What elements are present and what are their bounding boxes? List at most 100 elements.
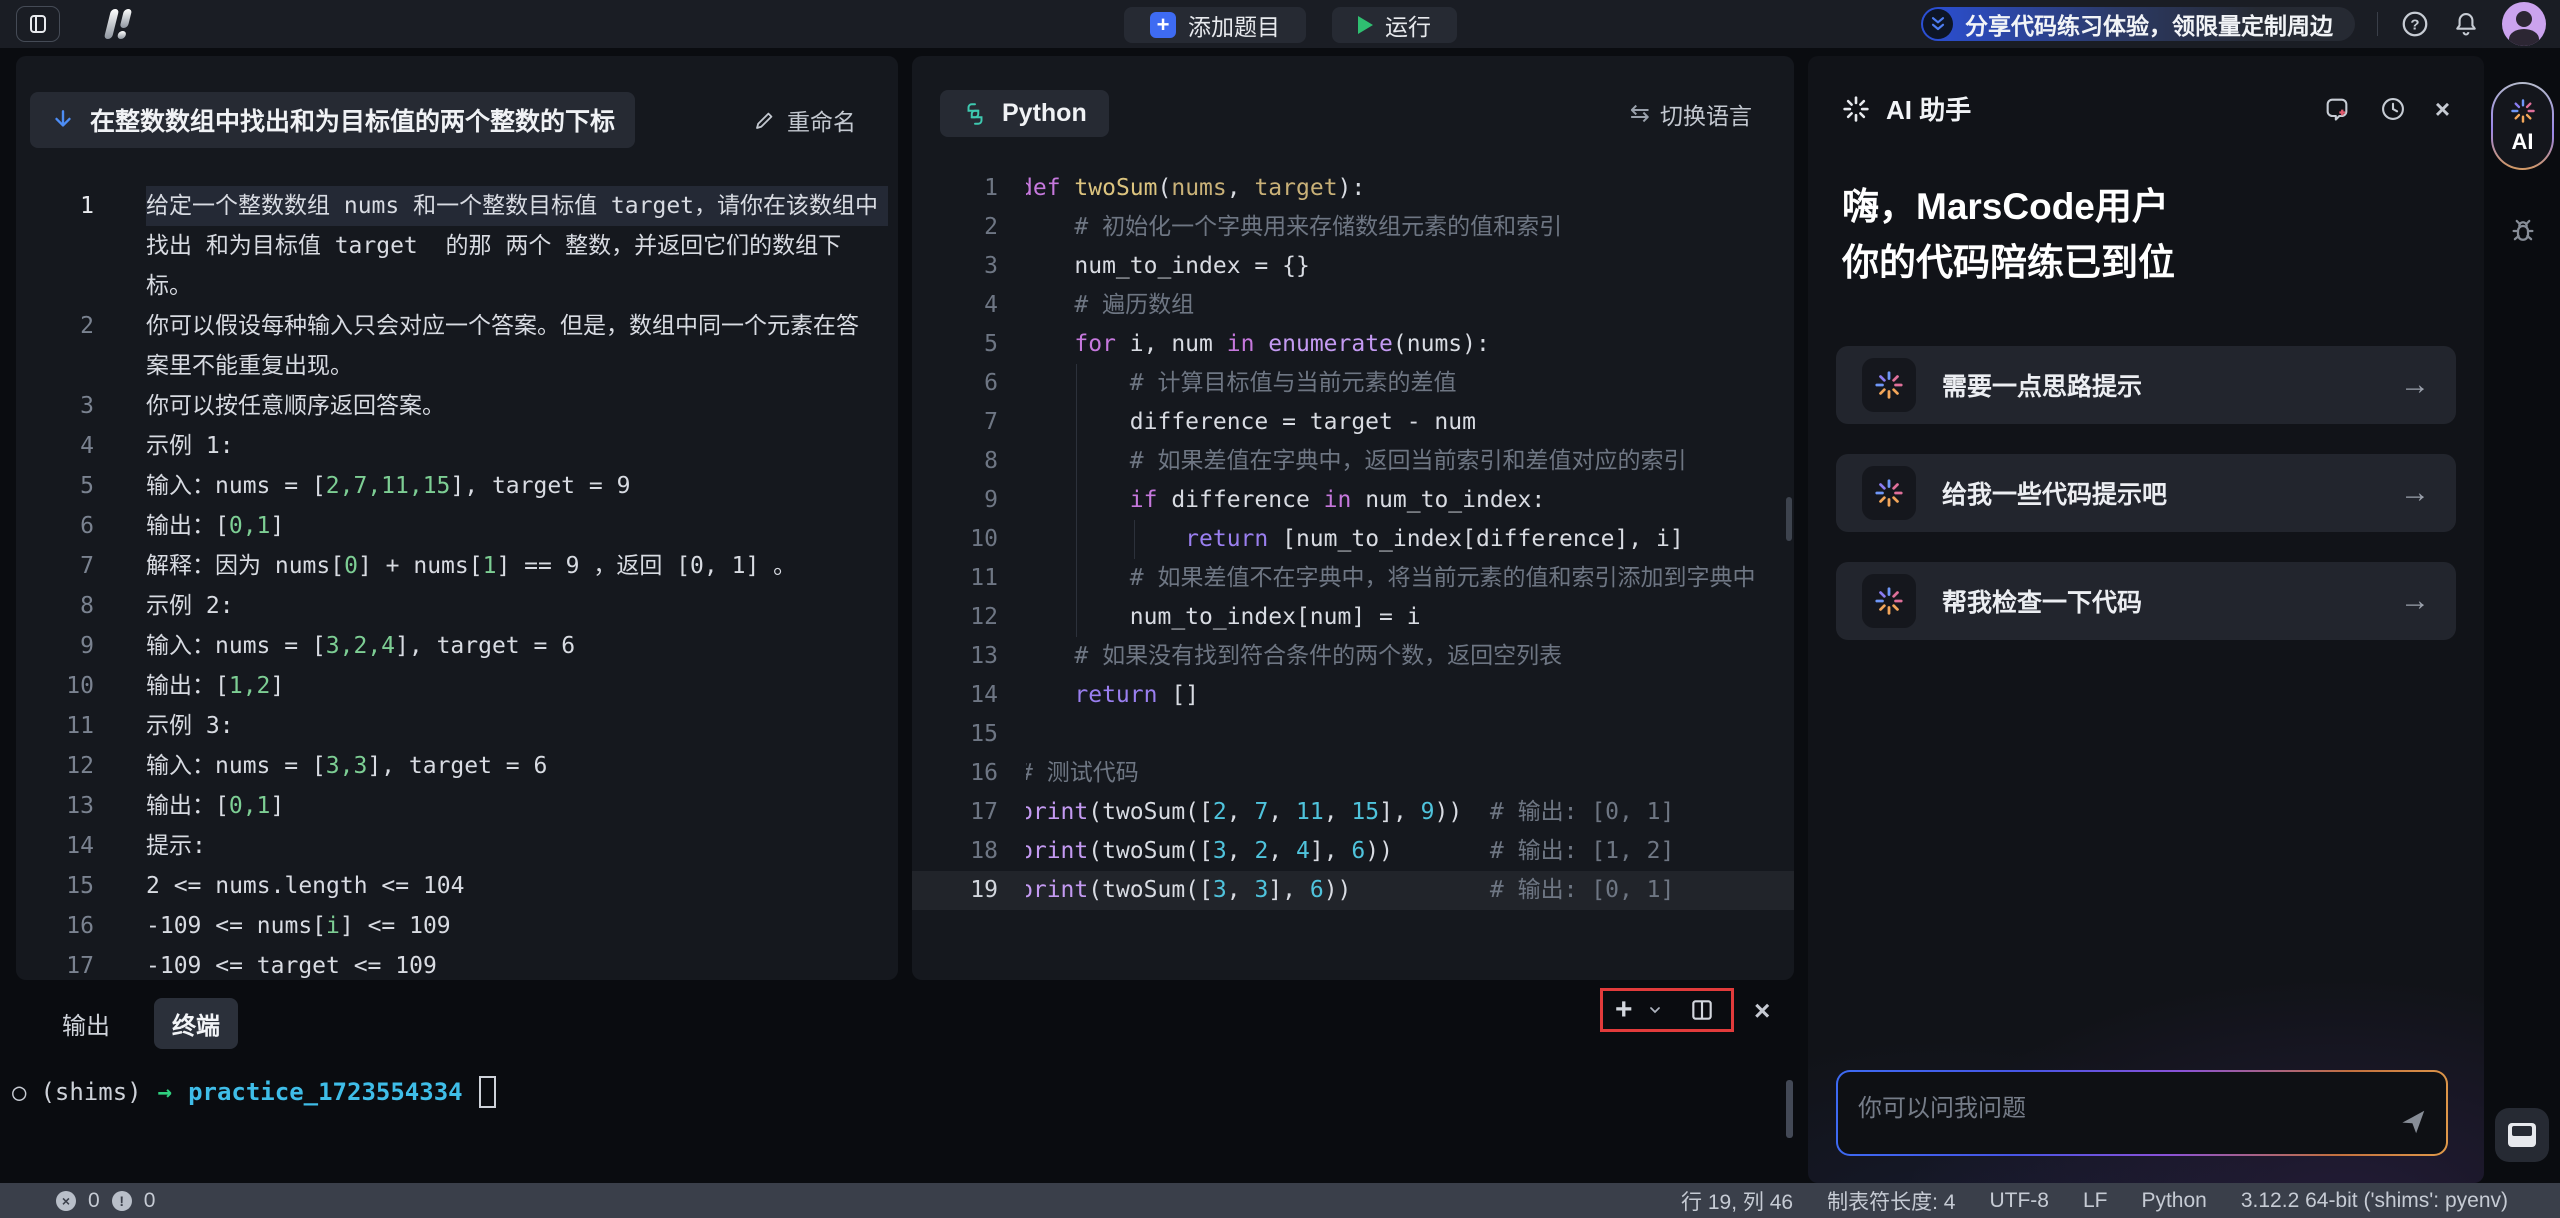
paper-plane-icon: [2398, 1107, 2428, 1137]
language-tab-python[interactable]: Python: [940, 90, 1109, 137]
rename-button[interactable]: 重命名: [747, 102, 862, 138]
chevron-down-icon[interactable]: [1647, 1002, 1663, 1018]
text-token: 3: [1254, 877, 1268, 903]
problem-text[interactable]: 1给定一个整数数组 nums 和一个整数目标值 target，请你在该数组中找出…: [16, 170, 898, 980]
code-line: def twoSum(nums, target):: [1026, 169, 1779, 208]
statusbar-item[interactable]: 行 19, 列 46: [1681, 1186, 1793, 1216]
text-token: ,: [1324, 799, 1352, 825]
editor-scrollbar-thumb[interactable]: [1786, 497, 1792, 541]
statusbar-item[interactable]: UTF-8: [1989, 1189, 2049, 1213]
split-terminal-button[interactable]: [1689, 997, 1715, 1023]
avatar-body: [2509, 29, 2539, 46]
notifications-button[interactable]: [2452, 10, 2480, 38]
line-number: 16: [912, 754, 1008, 793]
debug-button[interactable]: [2508, 216, 2538, 246]
problem-header: 在整数数组中找出和为目标值的两个整数的下标 重命名: [16, 56, 898, 170]
new-chat-icon: [2323, 95, 2351, 123]
topbar-left: [16, 0, 140, 48]
toggle-input-panel-button[interactable]: [2495, 1108, 2549, 1162]
line-number-gutter: 12345678910111213141516171819: [912, 169, 1008, 910]
close-ai-panel-button[interactable]: ×: [2435, 96, 2450, 122]
problem-line-text: 提示:: [146, 826, 888, 866]
problem-line: 1给定一个整数数组 nums 和一个整数目标值 target，请你在该数组中: [16, 186, 888, 226]
problem-line: 5输入：nums = [2,7,11,15], target = 9: [16, 466, 888, 506]
code-line: return []: [1026, 676, 1779, 715]
problem-line-text: 输出：[1,2]: [146, 666, 888, 706]
play-icon: [1358, 16, 1373, 34]
problem-line-number: 14: [16, 826, 94, 866]
errors-icon: ×: [56, 1191, 76, 1211]
text-token: (twoSum([: [1088, 799, 1213, 825]
ai-suggestion-card[interactable]: 需要一点思路提示→: [1836, 346, 2456, 424]
text-token: ], target = 6: [395, 633, 575, 659]
text-token: 你可以假设每种输入只会对应一个答案。但是，数组中同一个元素在答: [146, 313, 859, 339]
text-token: 2 <= nums.length <= 104: [146, 873, 465, 899]
problem-line-text: 给定一个整数数组 nums 和一个整数目标值 target，请你在该数组中: [146, 186, 888, 226]
terminal-tab-输出[interactable]: 输出: [44, 998, 128, 1049]
new-chat-button[interactable]: [2323, 95, 2351, 123]
text-token: ,: [1227, 799, 1255, 825]
line-number: 5: [912, 325, 1008, 364]
help-button[interactable]: ?: [2400, 9, 2430, 39]
terminal-panel: 输出终端 + × ○ (shims) → practice_1723554334: [0, 984, 1800, 1183]
text-token: num_to_index = {}: [1026, 253, 1310, 279]
text-token: -109 <= target <= 109: [146, 953, 437, 979]
switch-language-button[interactable]: ⇆ 切换语言: [1624, 96, 1758, 132]
text-token: 输入：nums = [: [146, 473, 326, 499]
ai-suggestion-card[interactable]: 给我一些代码提示吧→: [1836, 454, 2456, 532]
problem-line-number: 11: [16, 706, 94, 746]
text-token: [1026, 214, 1074, 240]
text-token: )): [1365, 838, 1490, 864]
ai-rail-button[interactable]: AI: [2491, 82, 2554, 170]
problem-title-tab[interactable]: 在整数数组中找出和为目标值的两个整数的下标: [30, 92, 635, 148]
problems-status[interactable]: × 0 ! 0: [56, 1189, 155, 1213]
close-terminal-button[interactable]: ×: [1748, 994, 1776, 1028]
line-number: 15: [912, 715, 1008, 754]
statusbar-item[interactable]: 3.12.2 64-bit ('shims': pyenv): [2241, 1189, 2508, 1213]
text-token: enumerate: [1268, 331, 1393, 357]
marscode-logo[interactable]: [94, 6, 140, 42]
text-token: nums: [1171, 175, 1226, 201]
send-button[interactable]: [2398, 1107, 2428, 1142]
problem-line-number: 7: [16, 546, 94, 586]
code-area[interactable]: def twoSum(nums, target): # 初始化一个字典用来存储数…: [1026, 169, 1786, 927]
code-line: num_to_index = {}: [1026, 247, 1779, 286]
avatar[interactable]: [2502, 2, 2546, 46]
run-button[interactable]: 运行: [1332, 7, 1457, 43]
problem-title: 在整数数组中找出和为目标值的两个整数的下标: [90, 102, 615, 138]
ai-input-placeholder: 你可以问我问题: [1858, 1095, 2026, 1122]
ai-assistant-panel: AI 助手 × 嗨，MarsCode用户 你的代码陪练已到位 需要一点思路提示→…: [1808, 56, 2484, 1183]
share-banner[interactable]: 分享代码练习体验，领限量定制周边: [1921, 7, 2355, 41]
text-token: 6: [1351, 838, 1365, 864]
problem-panel: 在整数数组中找出和为目标值的两个整数的下标 重命名 1给定一个整数数组 nums…: [16, 56, 898, 980]
terminal-tab-终端[interactable]: 终端: [154, 998, 238, 1049]
avatar-head: [2516, 11, 2532, 27]
problem-line-text: 解释：因为 nums[0] + nums[1] == 9 ，返回 [0, 1] …: [146, 546, 888, 586]
statusbar-item[interactable]: LF: [2083, 1189, 2108, 1213]
line-number: 18: [912, 832, 1008, 871]
statusbar-item[interactable]: Python: [2141, 1189, 2206, 1213]
code-editor[interactable]: 12345678910111213141516171819 def twoSum…: [912, 157, 1794, 927]
terminal-prompt[interactable]: ○ (shims) → practice_1723554334: [12, 1076, 496, 1108]
app: + 添加题目 运行 分享代码练习体验，领限量定制周边 ?: [0, 0, 2560, 1218]
text-token: 给定一个整数数组 nums 和一个整数目标值 target，请你在该数组中: [146, 193, 878, 219]
text-token: ]: [270, 513, 284, 539]
history-button[interactable]: [2379, 95, 2407, 123]
new-terminal-button[interactable]: +: [1615, 995, 1633, 1025]
text-token: twoSum: [1074, 175, 1157, 201]
text-token: 1: [483, 553, 497, 579]
text-token: [1026, 370, 1130, 396]
code-line: # 计算目标值与当前元素的差值: [1026, 364, 1779, 403]
problem-line: 14 提示:: [16, 826, 888, 866]
ai-question-input[interactable]: 你可以问我问题: [1838, 1072, 2446, 1154]
problem-line: 12输入：nums = [3,3], target = 6: [16, 746, 888, 786]
ai-suggestion-card[interactable]: 帮我检查一下代码→: [1836, 562, 2456, 640]
sparkle-color-icon: [2510, 98, 2536, 124]
sidebar-toggle-button[interactable]: [16, 6, 60, 42]
statusbar-item[interactable]: 制表符长度: 4: [1827, 1186, 1955, 1216]
text-token: 找出 和为目标值 target 的那 两个 整数，并返回它们的数组下: [146, 233, 841, 259]
add-problem-button[interactable]: + 添加题目: [1124, 7, 1306, 43]
problem-line-number: 9: [16, 626, 94, 666]
terminal-scrollbar-thumb[interactable]: [1786, 1080, 1793, 1138]
ai-greeting-line1: 嗨，MarsCode用户: [1842, 179, 2484, 235]
